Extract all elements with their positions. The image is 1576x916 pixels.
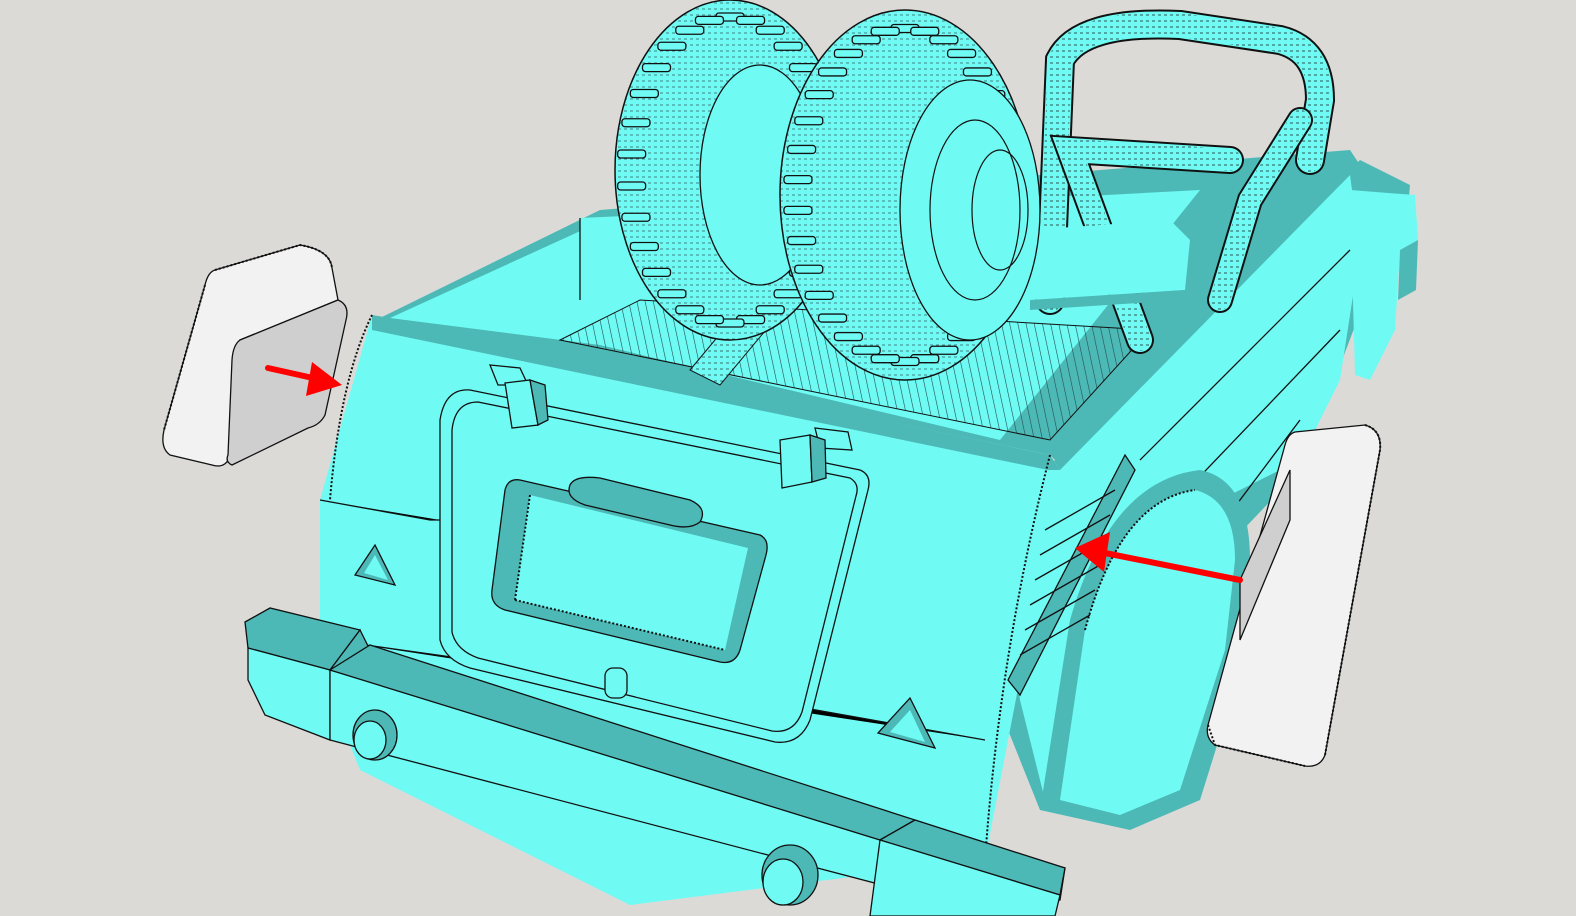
tread-block <box>794 116 824 126</box>
tread-block <box>629 241 660 252</box>
tread-block <box>804 290 834 300</box>
tread-block <box>657 41 687 51</box>
tread-block <box>910 26 940 36</box>
tread-block <box>783 174 813 185</box>
tread-block <box>817 67 848 77</box>
tread-block <box>962 67 993 77</box>
detached-corner-piece[interactable] <box>162 243 348 467</box>
tread-block <box>851 35 881 45</box>
tread-block <box>794 264 824 274</box>
tread-block <box>783 205 813 216</box>
tread-block <box>657 289 687 299</box>
tread-block <box>616 149 647 159</box>
side-bracket[interactable] <box>1350 190 1418 380</box>
tread-block <box>675 305 705 315</box>
tread-block <box>946 48 977 59</box>
tread-block <box>773 41 803 51</box>
tread-block <box>804 90 834 100</box>
tread-block <box>870 26 900 36</box>
tread-block <box>870 354 900 364</box>
tread-block <box>694 15 725 25</box>
3d-scene[interactable] <box>0 0 1576 916</box>
spare-wheel-front[interactable] <box>779 9 1041 381</box>
tread-block <box>833 48 864 59</box>
tread-block <box>755 25 785 35</box>
tread-block <box>616 181 647 191</box>
tread-block <box>755 305 785 315</box>
tread-block <box>786 235 817 246</box>
tread-block <box>694 315 725 325</box>
tread-block <box>641 62 672 73</box>
tread-block <box>929 35 959 45</box>
tread-block <box>675 25 705 35</box>
tread-block <box>929 345 959 355</box>
tread-block <box>735 15 766 25</box>
tread-block <box>817 313 848 323</box>
modeling-viewport[interactable] <box>0 0 1576 916</box>
tread-block <box>629 88 660 99</box>
tailgate-latch[interactable] <box>604 667 628 699</box>
bed-storage-box[interactable] <box>1030 220 1190 310</box>
tread-block <box>851 345 881 355</box>
tread-block <box>833 331 864 342</box>
bumper-cap-left[interactable] <box>352 709 398 761</box>
tread-block <box>621 118 651 128</box>
tread-block <box>621 212 651 222</box>
tread-block <box>641 267 672 278</box>
bumper-cap-right[interactable] <box>761 844 819 906</box>
tread-block <box>786 144 817 155</box>
